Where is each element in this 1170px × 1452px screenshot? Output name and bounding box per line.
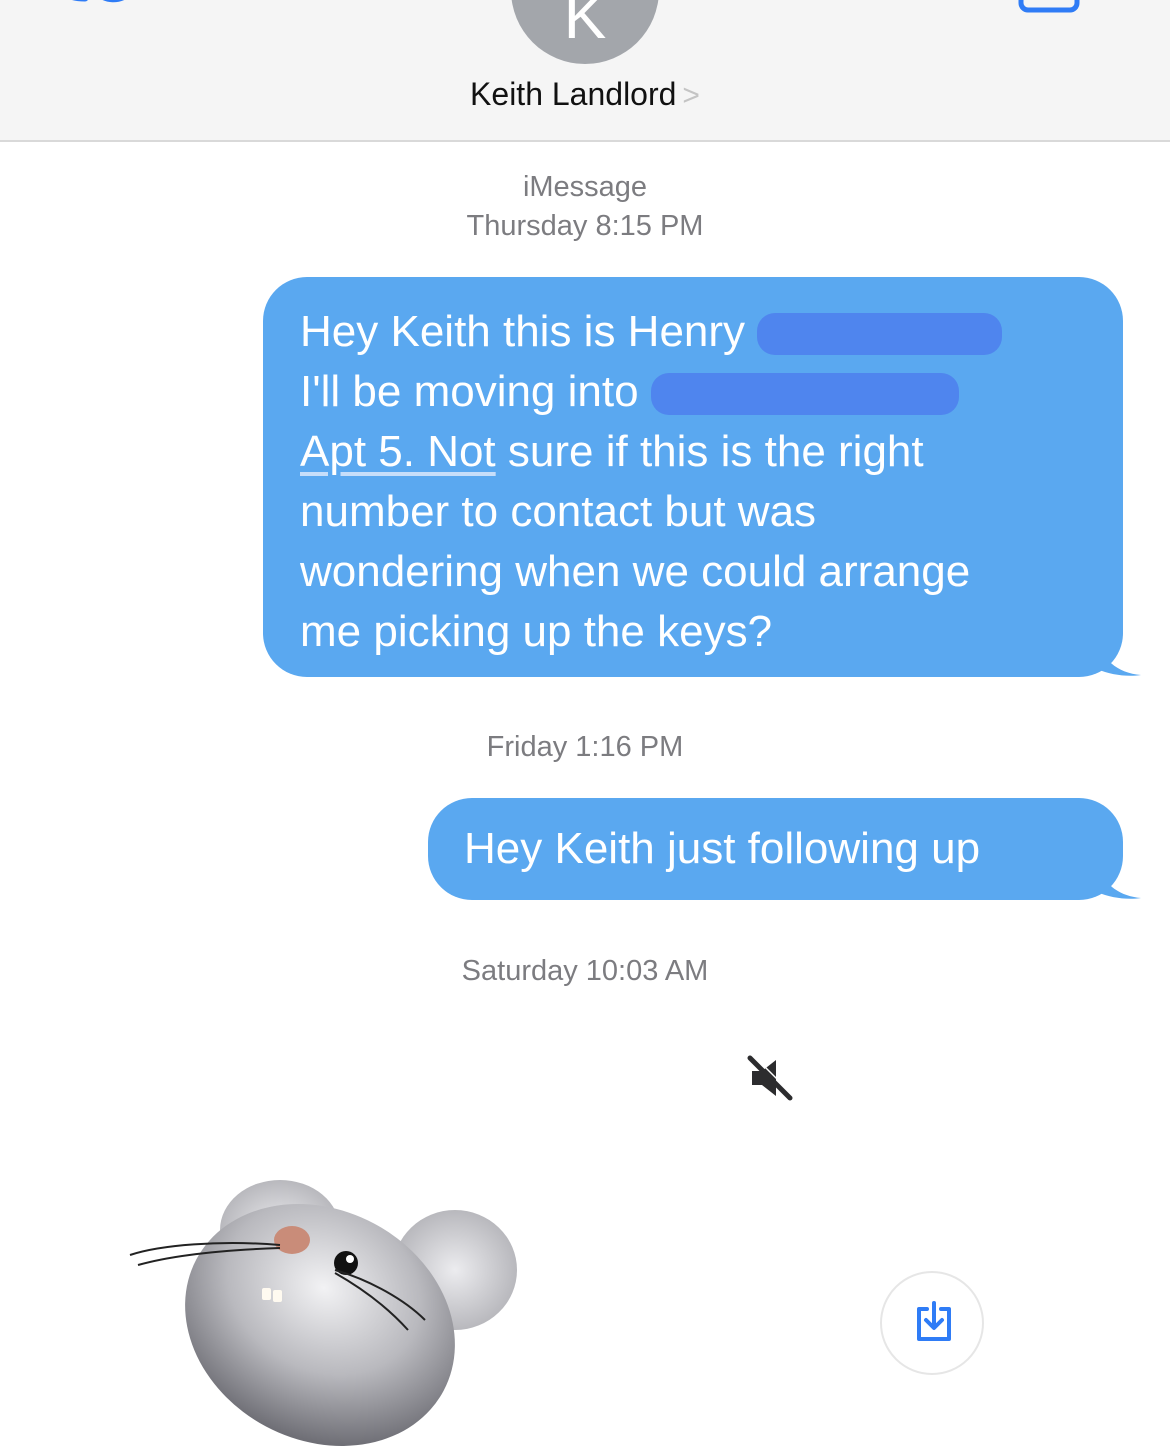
conversation-header: K Keith Landlord > xyxy=(0,0,1170,142)
speaker-muted-icon[interactable] xyxy=(744,1052,796,1104)
message-line: number to contact but was xyxy=(300,487,817,536)
contact-avatar[interactable]: K xyxy=(511,0,659,64)
message-line: wondering when we could arrange xyxy=(300,547,971,596)
message-text: Hey Keith just following up xyxy=(464,824,981,873)
avatar-initial: K xyxy=(563,0,607,52)
message-line: Hey Keith this is Henry xyxy=(300,302,1093,362)
message-bubble-sent[interactable]: Hey Keith this is Henry I'll be moving i… xyxy=(263,277,1141,677)
download-icon xyxy=(917,1301,951,1341)
timestamp: Saturday 10:03 AM xyxy=(461,955,709,987)
save-animoji-button[interactable] xyxy=(880,1271,984,1375)
bubble-tail xyxy=(1097,637,1141,676)
service-label: iMessage xyxy=(522,171,648,203)
contact-name-button[interactable]: Keith Landlord > xyxy=(0,76,1170,113)
message-bubble-sent[interactable]: Hey Keith just following up xyxy=(428,798,1141,900)
timestamp: Friday 1:16 PM xyxy=(486,731,684,763)
message-line: me picking up the keys? xyxy=(300,607,773,656)
redaction-mark xyxy=(757,313,1003,356)
chevron-right-icon: > xyxy=(682,79,700,112)
mouse-animoji-icon[interactable] xyxy=(120,1170,540,1450)
contact-name: Keith Landlord xyxy=(470,76,677,112)
message-line: I'll be moving into xyxy=(300,362,1093,422)
address-link[interactable]: Apt 5. Not xyxy=(300,427,496,476)
timestamp: Thursday 8:15 PM xyxy=(466,210,704,242)
bubble-tail xyxy=(1097,860,1141,899)
redaction-mark xyxy=(650,373,959,416)
facetime-video-icon[interactable] xyxy=(1015,0,1105,18)
message-line: Apt 5. Not sure if this is the right xyxy=(300,427,924,476)
back-chevron-icon[interactable] xyxy=(55,0,145,14)
